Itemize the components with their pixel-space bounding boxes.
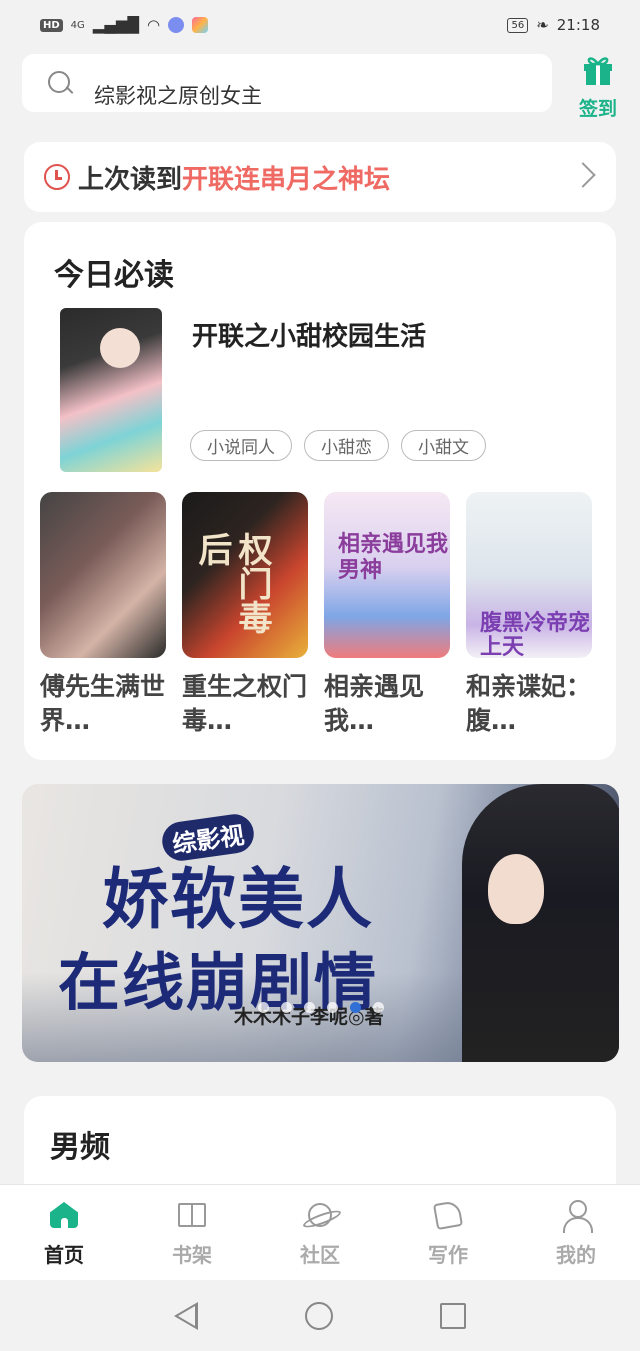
cover-title-art: 相亲遇见我男神 [338, 532, 449, 583]
continue-prefix: 上次读到 [78, 164, 183, 195]
chevron-right-icon [570, 162, 596, 188]
pagination-dot[interactable] [281, 1002, 292, 1013]
cover-title-art: 腹黑冷帝宠上天 [480, 611, 591, 659]
tag-chip[interactable]: 小甜文 [401, 430, 486, 461]
tab-bookshelf[interactable]: 书架 [128, 1185, 256, 1280]
tab-home[interactable]: 首页 [0, 1185, 128, 1280]
male-section-card: 男频 [24, 1096, 616, 1196]
book-item[interactable]: 权门毒后 重生之权门毒… [182, 492, 308, 738]
recommended-books-row: 傅先生满世界… 权门毒后 重生之权门毒… 相亲遇见我男神 相亲遇见我… 腹黑冷帝… [40, 492, 592, 738]
pagination-dot[interactable] [304, 1002, 315, 1013]
recent-apps-icon[interactable] [440, 1302, 467, 1329]
search-bar[interactable]: 综影视之原创女主 [22, 54, 552, 112]
home-icon [48, 1199, 80, 1231]
male-section-title: 男频 [50, 1130, 110, 1165]
wifi-icon: ◠ [146, 16, 161, 34]
hd-badge: HD [40, 18, 63, 32]
tab-label: 书架 [172, 1243, 212, 1267]
bookshelf-icon [176, 1199, 208, 1231]
cover-title-art: 权门毒后 [192, 532, 272, 634]
promo-banner[interactable]: 综影视 娇软美人 在线崩剧情 木木木子李呢◎著 [22, 784, 619, 1062]
network-indicator: 4G [70, 19, 85, 31]
battery-indicator: 56 [507, 17, 529, 33]
planet-icon [304, 1199, 336, 1231]
banner-character-art [462, 784, 619, 1062]
pen-icon [432, 1199, 464, 1231]
tab-write[interactable]: 写作 [384, 1185, 512, 1280]
user-icon [560, 1199, 593, 1233]
book-title: 重生之权门毒… [182, 672, 308, 735]
back-icon[interactable] [173, 1301, 198, 1330]
tag-chip[interactable]: 小甜恋 [304, 430, 389, 461]
music-app-icon [168, 17, 185, 33]
tab-profile[interactable]: 我的 [512, 1185, 640, 1280]
gift-icon [584, 57, 612, 85]
bottom-tab-bar: 首页 书架 社区 写作 我的 [0, 1184, 640, 1280]
tab-label: 我的 [556, 1243, 596, 1267]
signin-button[interactable]: 签到 [572, 50, 624, 120]
app-notification-icon [192, 17, 209, 33]
book-cover: 相亲遇见我男神 [324, 492, 450, 658]
signin-label: 签到 [578, 98, 617, 120]
tag-chip[interactable]: 小说同人 [190, 430, 292, 461]
book-item[interactable]: 腹黑冷帝宠上天 和亲谍妃：腹… [466, 492, 592, 738]
book-item[interactable]: 傅先生满世界… [40, 492, 166, 738]
continue-reading-card[interactable]: 上次读到 开联连串月之神坛 [24, 142, 616, 212]
book-title: 傅先生满世界… [40, 672, 166, 735]
pagination-dot[interactable] [350, 1002, 361, 1013]
banner-pagination[interactable] [258, 1002, 384, 1013]
banner-title-line1: 娇软美人 [102, 860, 374, 938]
signal-icon: ▂▄▆█ [92, 16, 139, 34]
pagination-dot[interactable] [327, 1002, 338, 1013]
book-title: 和亲谍妃：腹… [466, 672, 592, 735]
book-item[interactable]: 相亲遇见我男神 相亲遇见我… [324, 492, 450, 738]
book-cover [40, 492, 166, 658]
featured-book-cover[interactable] [60, 308, 162, 472]
cover-illustration [100, 328, 140, 368]
pagination-dot[interactable] [258, 1002, 269, 1013]
pagination-dot[interactable] [373, 1002, 384, 1013]
leaf-icon: ❧ [536, 16, 549, 34]
status-right: 56 ❧ 21:18 [507, 16, 600, 34]
status-left: HD 4G ▂▄▆█ ◠ [40, 16, 209, 34]
status-bar: HD 4G ▂▄▆█ ◠ 56 ❧ 21:18 [0, 0, 640, 50]
book-title: 相亲遇见我… [324, 672, 425, 735]
tab-label: 首页 [44, 1243, 84, 1267]
tab-label: 社区 [300, 1243, 340, 1267]
tab-community[interactable]: 社区 [256, 1185, 384, 1280]
character-face [488, 854, 544, 924]
book-cover: 腹黑冷帝宠上天 [466, 492, 592, 658]
tab-label: 写作 [428, 1243, 468, 1267]
continue-book-title: 开联连串月之神坛 [182, 164, 391, 195]
daily-title: 今日必读 [54, 258, 174, 293]
featured-tags: 小说同人 小甜恋 小甜文 [190, 430, 486, 461]
search-hint: 综影视之原创女主 [94, 84, 262, 108]
clock-time: 21:18 [556, 16, 600, 34]
featured-book-title[interactable]: 开联之小甜校园生活 [192, 316, 426, 353]
clock-icon [44, 164, 70, 190]
home-circle-icon[interactable] [304, 1301, 333, 1330]
daily-must-read-card: 今日必读 开联之小甜校园生活 小说同人 小甜恋 小甜文 傅先生满世界… 权门毒后… [24, 222, 616, 760]
book-cover: 权门毒后 [182, 492, 308, 658]
search-icon [46, 69, 74, 97]
system-navigation-bar [0, 1280, 640, 1351]
